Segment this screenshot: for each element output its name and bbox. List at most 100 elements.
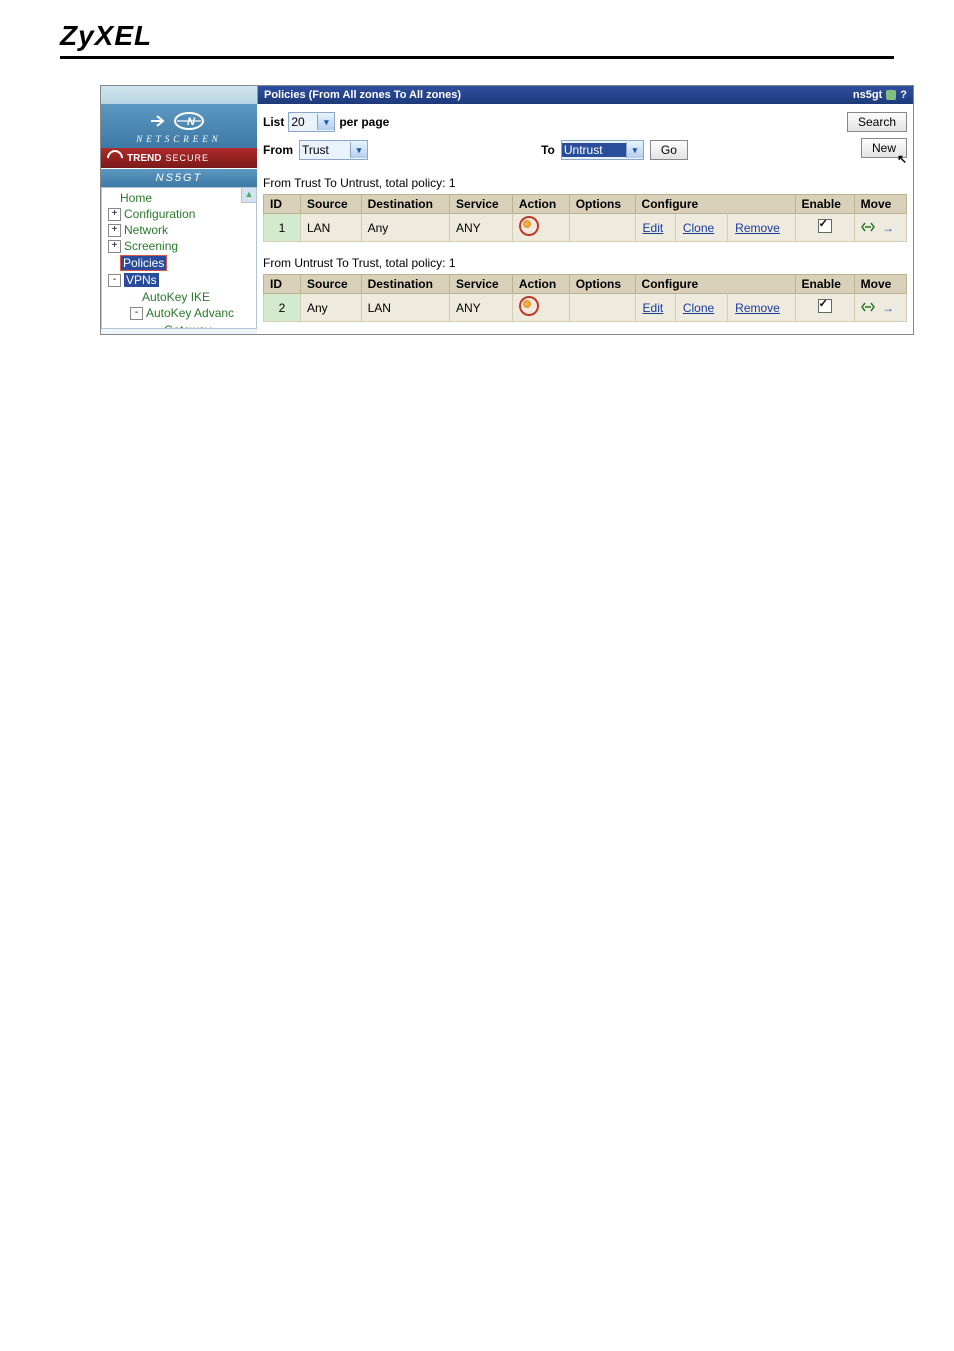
nav-gateway[interactable]: Gateway bbox=[150, 322, 250, 328]
main-content: List ▾ per page Search From bbox=[257, 104, 913, 334]
move-icon[interactable] bbox=[861, 302, 875, 312]
col-destination: Destination bbox=[361, 275, 449, 294]
cell-service: ANY bbox=[450, 294, 513, 322]
move-icon[interactable] bbox=[861, 222, 875, 232]
col-id: ID bbox=[264, 275, 301, 294]
toggle-icon[interactable] bbox=[886, 90, 896, 100]
sidebar: N NETSCREEN TREND SECURE NS5GT ▲ Home +C bbox=[101, 104, 257, 334]
topbar: Policies (From All zones To All zones) n… bbox=[258, 86, 913, 104]
col-action: Action bbox=[512, 195, 569, 214]
topbar-title: Policies (From All zones To All zones) bbox=[264, 89, 853, 101]
svg-text:N: N bbox=[187, 116, 196, 128]
nav-policies[interactable]: Policies bbox=[106, 254, 254, 272]
col-options: Options bbox=[569, 195, 635, 214]
section1-title: From Trust To Untrust, total policy: 1 bbox=[263, 176, 907, 190]
page-header: ZyXEL bbox=[0, 0, 954, 85]
from-value[interactable] bbox=[300, 143, 350, 157]
to-value[interactable] bbox=[562, 143, 626, 157]
brand-title: ZyXEL bbox=[60, 20, 894, 52]
nav-configuration[interactable]: +Configuration bbox=[106, 206, 254, 222]
logo-subtitle: NETSCREEN bbox=[105, 134, 253, 144]
col-enable: Enable bbox=[795, 275, 854, 294]
cell-destination: LAN bbox=[361, 294, 449, 322]
device-label: ns5gt bbox=[853, 89, 882, 101]
clone-link[interactable]: Clone bbox=[683, 221, 714, 235]
nav-tree: ▲ Home +Configuration +Network +Screenin… bbox=[101, 187, 257, 329]
col-destination: Destination bbox=[361, 195, 449, 214]
enable-checkbox[interactable] bbox=[818, 219, 832, 233]
remove-link[interactable]: Remove bbox=[735, 301, 780, 315]
logo-panel: N NETSCREEN bbox=[101, 104, 257, 148]
move-arrow-icon[interactable]: → bbox=[882, 301, 894, 315]
search-button[interactable]: Search bbox=[847, 112, 907, 132]
edit-link[interactable]: Edit bbox=[643, 221, 664, 235]
trend-label1: TREND bbox=[127, 153, 161, 164]
brand-rule bbox=[60, 56, 894, 59]
tunnel-icon bbox=[519, 296, 539, 316]
nav-autokey-ike[interactable]: AutoKey IKE bbox=[128, 289, 252, 305]
to-label: To bbox=[541, 143, 555, 157]
chevron-down-icon[interactable]: ▾ bbox=[626, 142, 643, 158]
move-arrow-icon[interactable]: → bbox=[882, 221, 894, 235]
cell-options bbox=[569, 214, 635, 242]
nav-screening[interactable]: +Screening bbox=[106, 238, 254, 254]
col-source: Source bbox=[301, 195, 362, 214]
col-id: ID bbox=[264, 195, 301, 214]
remove-link[interactable]: Remove bbox=[735, 221, 780, 235]
cell-options bbox=[569, 294, 635, 322]
cell-id: 2 bbox=[264, 294, 301, 322]
trend-band: TREND SECURE bbox=[101, 148, 257, 168]
go-button[interactable]: Go bbox=[650, 140, 688, 160]
expand-icon[interactable]: + bbox=[108, 208, 121, 221]
to-select[interactable]: ▾ bbox=[561, 140, 644, 160]
from-select[interactable]: ▾ bbox=[299, 140, 368, 160]
col-service: Service bbox=[450, 195, 513, 214]
topbar-left-spacer bbox=[101, 86, 258, 104]
chevron-down-icon[interactable]: ▾ bbox=[350, 142, 367, 158]
collapse-icon[interactable]: - bbox=[130, 307, 143, 320]
nav-home[interactable]: Home bbox=[106, 190, 254, 206]
cell-source: LAN bbox=[301, 214, 362, 242]
list-label: List bbox=[263, 115, 284, 129]
cell-destination: Any bbox=[361, 214, 449, 242]
col-configure: Configure bbox=[635, 195, 795, 214]
device-name-band: NS5GT bbox=[101, 168, 257, 187]
expand-icon[interactable]: + bbox=[108, 240, 121, 253]
col-move: Move bbox=[854, 195, 906, 214]
cell-action bbox=[512, 294, 569, 322]
clone-link[interactable]: Clone bbox=[683, 301, 714, 315]
table-row: 2 Any LAN ANY Edit Clone Remove → bbox=[264, 294, 907, 322]
col-configure: Configure bbox=[635, 275, 795, 294]
nav-vpns[interactable]: -VPNs AutoKey IKE -AutoKey Advanc Gatewa… bbox=[106, 272, 254, 328]
enable-checkbox[interactable] bbox=[818, 299, 832, 313]
netscreen-logo-icon: N bbox=[149, 110, 209, 132]
col-enable: Enable bbox=[795, 195, 854, 214]
cell-id: 1 bbox=[264, 214, 301, 242]
col-source: Source bbox=[301, 275, 362, 294]
cell-service: ANY bbox=[450, 214, 513, 242]
nav-network[interactable]: +Network bbox=[106, 222, 254, 238]
policy-table-2: ID Source Destination Service Action Opt… bbox=[263, 274, 907, 322]
tunnel-icon bbox=[519, 216, 539, 236]
policy-table-1: ID Source Destination Service Action Opt… bbox=[263, 194, 907, 242]
collapse-icon[interactable]: - bbox=[108, 274, 121, 287]
trend-label2: SECURE bbox=[165, 153, 209, 163]
cell-source: Any bbox=[301, 294, 362, 322]
col-move: Move bbox=[854, 275, 906, 294]
edit-link[interactable]: Edit bbox=[643, 301, 664, 315]
per-page-label: per page bbox=[339, 115, 389, 129]
table-row: 1 LAN Any ANY Edit Clone Remove → bbox=[264, 214, 907, 242]
col-service: Service bbox=[450, 275, 513, 294]
trend-icon bbox=[104, 147, 127, 170]
help-icon[interactable]: ? bbox=[900, 89, 907, 101]
from-label: From bbox=[263, 143, 293, 157]
col-action: Action bbox=[512, 275, 569, 294]
per-page-value[interactable] bbox=[289, 115, 317, 129]
app-window: Policies (From All zones To All zones) n… bbox=[100, 85, 914, 335]
section2-title: From Untrust To Trust, total policy: 1 bbox=[263, 256, 907, 270]
nav-autokey-advanced[interactable]: -AutoKey Advanc Gateway bbox=[128, 305, 252, 328]
expand-icon[interactable]: + bbox=[108, 224, 121, 237]
chevron-down-icon[interactable]: ▾ bbox=[317, 114, 334, 130]
per-page-select[interactable]: ▾ bbox=[288, 112, 335, 132]
cell-action bbox=[512, 214, 569, 242]
